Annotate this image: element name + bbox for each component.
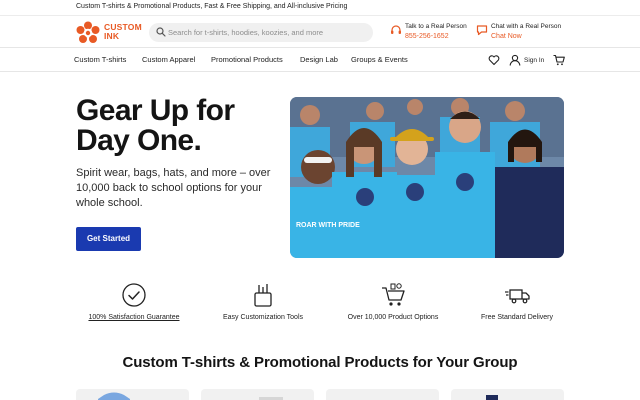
nav-groups-events[interactable]: Groups & Events xyxy=(351,55,408,64)
feature-customization-label: Easy Customization Tools xyxy=(222,314,304,321)
product-card-2[interactable] xyxy=(201,389,314,400)
nav-design-lab[interactable]: Design Lab xyxy=(300,55,338,64)
promo-bar: Custom T-shirts & Promotional Products, … xyxy=(0,0,640,16)
get-started-button[interactable]: Get Started xyxy=(76,227,141,251)
chat-now-link[interactable]: Chat Now xyxy=(491,33,522,40)
user-icon[interactable] xyxy=(509,54,521,66)
delivery-truck-icon xyxy=(505,289,530,304)
heart-icon[interactable] xyxy=(488,54,500,66)
nav-custom-apparel[interactable]: Custom Apparel xyxy=(142,55,195,64)
chat-bubble-icon xyxy=(476,25,488,36)
headset-icon xyxy=(391,25,401,34)
students-illustration: ROAR WITH PRIDE xyxy=(290,97,564,258)
logo-text-line2: INK xyxy=(104,31,120,41)
hero-title-line1: Gear Up for xyxy=(76,94,235,127)
search-input[interactable] xyxy=(168,26,366,39)
logo-flower-icon xyxy=(76,21,100,43)
feature-customization: Easy Customization Tools xyxy=(193,282,333,321)
bottle-thumbnail xyxy=(486,395,498,400)
custom-ink-logo[interactable]: CUSTOM INK xyxy=(76,20,146,46)
product-card-3[interactable] xyxy=(326,389,439,400)
hero-title: Gear Up for Day One. xyxy=(76,94,235,157)
shirt-thumbnail xyxy=(98,392,130,400)
feature-product-options: Over 10,000 Product Options xyxy=(323,282,463,321)
hero-subtitle: Spirit wear, bags, hats, and more – over… xyxy=(76,167,271,209)
checkmark-badge-icon xyxy=(122,283,146,307)
search-bar[interactable] xyxy=(149,23,373,42)
shopping-cart-products-icon xyxy=(382,283,405,306)
paint-tools-icon xyxy=(254,284,272,307)
feature-product-options-label: Over 10,000 Product Options xyxy=(347,314,439,321)
cart-icon[interactable] xyxy=(553,54,565,66)
feature-satisfaction[interactable]: 100% Satisfaction Guarantee xyxy=(64,282,204,321)
header: CUSTOM INK Talk to a Real Person 855-256… xyxy=(0,16,640,48)
feature-free-delivery-label: Free Standard Delivery xyxy=(481,314,553,321)
phone-label: Talk to a Real Person xyxy=(405,23,467,30)
feature-free-delivery: Free Standard Delivery xyxy=(447,282,587,321)
phone-number-link[interactable]: 855-256-1652 xyxy=(405,33,449,40)
product-card-1[interactable] xyxy=(76,389,189,400)
shirt-text: ROAR WITH PRIDE xyxy=(296,222,360,229)
nav-custom-tshirts[interactable]: Custom T-shirts xyxy=(74,55,126,64)
sign-in-link[interactable]: Sign In xyxy=(524,57,544,64)
product-card-4[interactable] xyxy=(451,389,564,400)
section-title: Custom T-shirts & Promotional Products f… xyxy=(122,354,518,371)
main-nav: Custom T-shirts Custom Apparel Promotion… xyxy=(0,48,640,72)
hero-title-line2: Day One. xyxy=(76,124,202,157)
feature-satisfaction-label[interactable]: 100% Satisfaction Guarantee xyxy=(64,314,204,321)
promo-text: Custom T-shirts & Promotional Products, … xyxy=(76,3,348,10)
search-icon xyxy=(156,27,166,37)
hero-students-photo: ROAR WITH PRIDE xyxy=(290,97,564,258)
chat-label: Chat with a Real Person xyxy=(491,23,562,30)
apparel-thumbnail xyxy=(259,397,283,400)
nav-promotional-products[interactable]: Promotional Products xyxy=(211,55,283,64)
